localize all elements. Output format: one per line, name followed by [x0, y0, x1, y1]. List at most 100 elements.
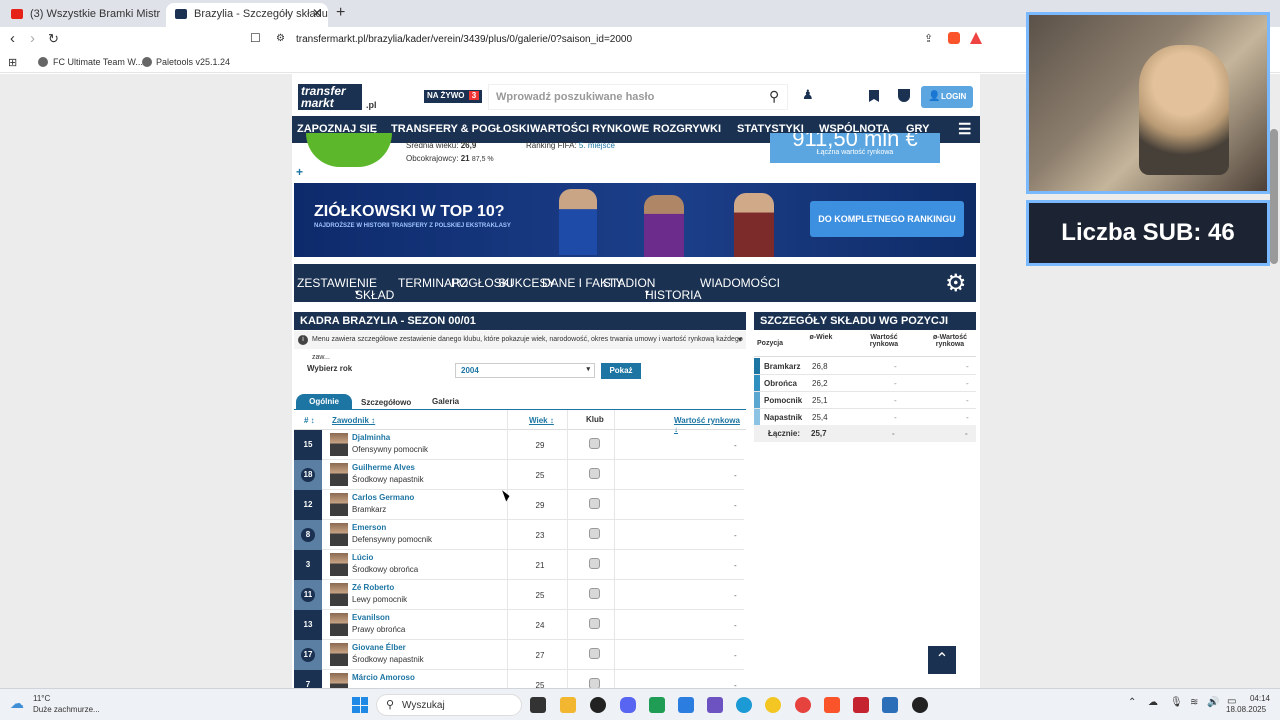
club-crest-icon[interactable]: [589, 678, 600, 688]
search-box[interactable]: Wprowadź poszukiwane hasło ⚲: [488, 84, 788, 110]
hamburger-menu-icon[interactable]: ☰: [958, 120, 971, 138]
club-crest-icon[interactable]: [589, 438, 600, 449]
file-explorer-icon[interactable]: [560, 697, 576, 713]
player-photo[interactable]: [330, 493, 348, 516]
show-button[interactable]: Pokaż: [601, 363, 641, 379]
clock-date[interactable]: 18.08.2025: [1226, 705, 1266, 714]
player-name[interactable]: Guilherme Alves: [352, 463, 415, 472]
site-info-icon[interactable]: ⚙: [276, 33, 285, 44]
edge-icon[interactable]: [736, 697, 752, 713]
player-name[interactable]: Evanilson: [352, 613, 390, 622]
banner-cta-button[interactable]: DO KOMPLETNEGO RANKINGU: [810, 201, 964, 237]
mic-icon[interactable]: 🎙: [1170, 697, 1183, 708]
player-photo[interactable]: [330, 523, 348, 546]
bookmark-page-icon[interactable]: ☐: [250, 31, 261, 45]
player-name[interactable]: Emerson: [352, 523, 386, 532]
shield-icon[interactable]: [898, 89, 910, 102]
nav-rozgrywki[interactable]: ROZGRYWKI: [653, 123, 721, 135]
col-age[interactable]: Wiek ↕: [529, 416, 554, 425]
player-photo[interactable]: [330, 583, 348, 606]
player-photo[interactable]: [330, 643, 348, 666]
col-num-label: #: [304, 416, 309, 425]
network-icon[interactable]: ☁: [1148, 697, 1158, 708]
scrollbar-thumb[interactable]: [1270, 129, 1278, 264]
scroll-top-button[interactable]: ⌃: [928, 646, 956, 674]
nav-transfery[interactable]: TRANSFERY & POGŁOSKI: [391, 123, 530, 135]
player-name[interactable]: Lúcio: [352, 553, 373, 562]
position-name: Pomocnik: [764, 396, 803, 405]
close-tab-icon[interactable]: ✕: [312, 6, 322, 20]
col-player[interactable]: Zawodnik ↕: [332, 416, 375, 425]
promo-banner[interactable]: ZIÓŁKOWSKI W TOP 10? NAJDROŻSZE W HISTOR…: [294, 183, 976, 257]
watchlist-icon[interactable]: [869, 90, 879, 102]
year-select[interactable]: 2004 ▾: [455, 363, 595, 378]
player-photo[interactable]: [330, 613, 348, 636]
flag-emblem: [306, 133, 392, 167]
tab-galeria[interactable]: Galeria: [432, 397, 459, 406]
url-field[interactable]: ⚙ transfermarkt.pl/brazylia/kader/verein…: [270, 30, 998, 51]
tab-transfermarkt[interactable]: Brazylia - Szczegóły składu 2000: [166, 3, 328, 27]
player-name[interactable]: Djalminha: [352, 433, 390, 442]
chrome-icon[interactable]: [765, 697, 781, 713]
steam-icon[interactable]: [590, 697, 606, 713]
squad-info[interactable]: i Menu zawiera szczegółowe zestawienie d…: [294, 331, 746, 361]
club-crest-icon[interactable]: [589, 498, 600, 509]
taskbar-search[interactable]: ⚲ Wyszukaj: [376, 694, 522, 716]
fifa-value[interactable]: 5. miejsce: [579, 141, 615, 150]
vscode-icon[interactable]: [678, 697, 694, 713]
tm-logo[interactable]: transfer markt: [298, 84, 362, 110]
tab-youtube[interactable]: (3) Wszystkie Bramki Mistrzostw Św...: [2, 3, 160, 27]
club-crest-icon[interactable]: [589, 468, 600, 479]
task-view-icon[interactable]: [530, 697, 546, 713]
back-icon[interactable]: ‹: [10, 30, 15, 47]
obs-icon[interactable]: [912, 697, 928, 713]
club-crest-icon[interactable]: [589, 648, 600, 659]
player-photo[interactable]: [330, 553, 348, 576]
club-crest-icon[interactable]: [589, 558, 600, 569]
chevron-down-icon[interactable]: ▾: [738, 331, 742, 349]
new-tab-icon[interactable]: +: [336, 4, 345, 22]
player-name[interactable]: Zé Roberto: [352, 583, 394, 592]
weather-icon[interactable]: ☁: [10, 695, 24, 712]
player-photo[interactable]: [330, 463, 348, 486]
expand-plus-icon[interactable]: +: [296, 165, 303, 179]
club-crest-icon[interactable]: [589, 588, 600, 599]
bookmark-paletools[interactable]: Paletools v25.1.24: [156, 57, 230, 67]
tab-ogolnie[interactable]: Ogólnie: [296, 394, 352, 409]
windows-start-icon[interactable]: [352, 697, 368, 713]
player-name[interactable]: Carlos Germano: [352, 493, 414, 502]
brave-shield-icon[interactable]: [948, 32, 960, 44]
share-icon[interactable]: ⇪: [924, 32, 933, 45]
club-crest-icon[interactable]: [589, 618, 600, 629]
login-button[interactable]: 👤 LOGIN: [921, 86, 973, 108]
settings-gear-icon[interactable]: ⚙: [945, 269, 967, 298]
nav-wartosci[interactable]: WARTOŚCI RYNKOWE: [530, 123, 649, 135]
tab-szczegolowo[interactable]: Szczegółowo: [361, 398, 411, 407]
vivaldi-icon[interactable]: [853, 697, 869, 713]
apps-grid-icon[interactable]: ⊞: [8, 56, 17, 69]
player-photo[interactable]: [330, 433, 348, 456]
opera-icon[interactable]: [795, 697, 811, 713]
discord-icon[interactable]: [620, 697, 636, 713]
player-photo[interactable]: [330, 673, 348, 688]
search-icon[interactable]: ⚲: [769, 88, 779, 105]
player-name[interactable]: Márcio Amoroso: [352, 673, 415, 682]
player-name[interactable]: Giovane Élber: [352, 643, 406, 652]
user-search-icon[interactable]: ♟: [802, 87, 814, 103]
app-icon[interactable]: [707, 697, 723, 713]
reload-icon[interactable]: ↻: [48, 31, 59, 47]
excel-icon[interactable]: [649, 697, 665, 713]
live-button[interactable]: NA ŻYWO 3: [424, 90, 483, 103]
forward-icon[interactable]: ›: [30, 30, 35, 47]
club-crest-icon[interactable]: [589, 528, 600, 539]
wifi-icon[interactable]: ≋: [1190, 697, 1198, 708]
col-num[interactable]: # ↕: [304, 416, 315, 425]
clock-time[interactable]: 04:14: [1246, 694, 1270, 703]
bookmark-fut[interactable]: FC Ultimate Team W...: [53, 57, 143, 67]
app-icon[interactable]: [882, 697, 898, 713]
brave-icon[interactable]: [824, 697, 840, 713]
subnav-wiadomosci[interactable]: WIADOMOŚCI: [700, 276, 780, 290]
player-position: Lewy pomocnik: [352, 595, 408, 604]
volume-icon[interactable]: 🔊: [1207, 697, 1219, 708]
tray-chevron-icon[interactable]: ⌃: [1128, 697, 1136, 708]
